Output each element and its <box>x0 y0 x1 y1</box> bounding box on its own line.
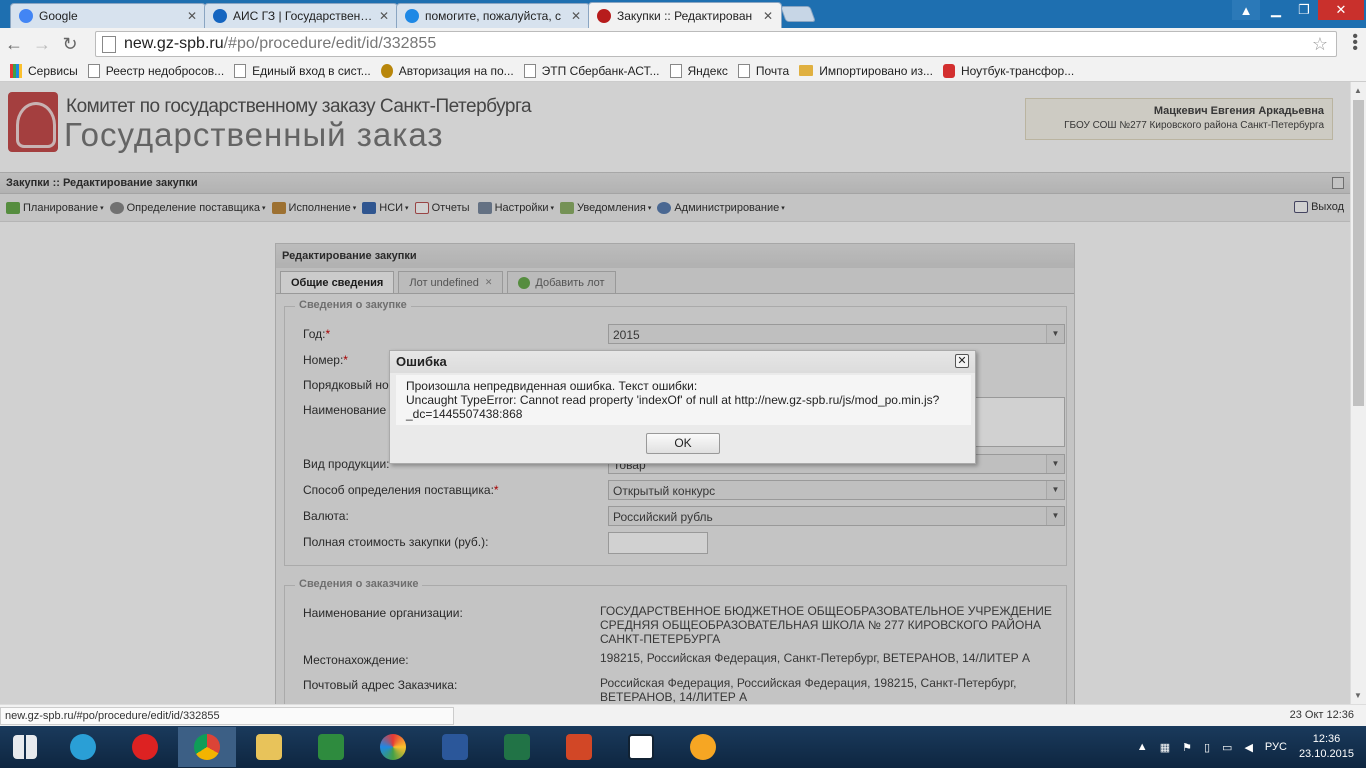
new-tab-button[interactable] <box>780 6 816 22</box>
bookmark-item[interactable]: Реестр недобросов... <box>87 63 224 78</box>
close-tab-icon[interactable]: ✕ <box>187 9 197 23</box>
taskbar-opera[interactable] <box>116 727 174 767</box>
address-bar[interactable]: new.gz-spb.ru/#po/procedure/edit/id/3328… <box>95 31 1337 57</box>
scroll-down-icon[interactable]: ▼ <box>1354 691 1362 700</box>
minimize-button[interactable]: ▁ <box>1262 0 1290 20</box>
emblem-icon <box>380 63 393 78</box>
page-icon <box>737 63 750 78</box>
apps-grid-icon <box>10 63 22 78</box>
taskbar-app[interactable] <box>674 727 732 767</box>
taskbar-picasa[interactable] <box>364 727 422 767</box>
dialog-title: Ошибка <box>390 351 975 373</box>
powerpoint-icon <box>566 734 592 760</box>
bookmarks-bar: Сервисы Реестр недобросов... Единый вход… <box>0 60 1366 82</box>
windows-logo-icon <box>13 735 37 759</box>
page-icon <box>234 63 247 78</box>
restore-button[interactable]: ❐ <box>1290 0 1318 20</box>
word-icon <box>442 734 468 760</box>
help-site-icon <box>405 9 419 23</box>
ok-button[interactable]: OK <box>646 433 720 454</box>
orange-app-icon <box>690 734 716 760</box>
browser-tab-ais[interactable]: АИС ГЗ | Государственны ✕ <box>204 3 398 28</box>
windows-taskbar: ▲ ▦ ⚑ ▯ ▭ ◀ РУС 12:36 23.10.2015 <box>0 726 1366 768</box>
opera-icon <box>132 734 158 760</box>
bookmark-star-icon[interactable]: ☆ <box>1312 34 1328 55</box>
close-tab-icon[interactable]: ✕ <box>571 9 581 23</box>
browser-toolbar: ← → ↻ new.gz-spb.ru/#po/procedure/edit/i… <box>0 28 1366 60</box>
folder-icon <box>799 65 814 76</box>
pm-app-icon <box>628 734 654 760</box>
ais-icon <box>213 9 227 23</box>
taskbar-excel[interactable] <box>488 727 546 767</box>
language-indicator[interactable]: РУС <box>1265 741 1287 753</box>
flag-icon[interactable]: ⚑ <box>1182 741 1192 754</box>
dialog-message: Произошла непредвиденная ошибка. Текст о… <box>396 375 971 425</box>
file-explorer-icon <box>256 734 282 760</box>
scroll-up-icon[interactable]: ▲ <box>1354 86 1362 95</box>
picasa-icon <box>380 734 406 760</box>
browser-tab-google[interactable]: Google ✕ <box>10 3 206 28</box>
taskbar-explorer[interactable] <box>240 727 298 767</box>
network-icon[interactable]: ▦ <box>1160 741 1170 754</box>
bookmark-item[interactable]: Яндекс <box>669 63 728 78</box>
browser-tab-strip: Google ✕ АИС ГЗ | Государственны ✕ помог… <box>0 0 1366 28</box>
scroll-thumb[interactable] <box>1353 100 1364 406</box>
close-tab-icon[interactable]: ✕ <box>763 9 773 23</box>
bookmark-item[interactable]: Единый вход в сист... <box>234 63 371 78</box>
excel-icon <box>504 734 530 760</box>
tray-arrow-icon[interactable]: ▲ <box>1137 741 1148 753</box>
bookmark-item[interactable]: Почта <box>737 63 789 78</box>
back-icon[interactable]: ← <box>0 34 28 55</box>
taskbar-chrome[interactable] <box>178 727 236 767</box>
bookmark-item[interactable]: Авторизация на по... <box>380 63 514 78</box>
browser-tab-help[interactable]: помогите, пожалуйста, с ✕ <box>396 3 590 28</box>
error-dialog: Ошибка ✕ Произошла непредвиденная ошибка… <box>389 350 976 464</box>
hammer-icon <box>597 8 611 23</box>
io-icon <box>942 63 955 78</box>
page-scrollbar[interactable]: ▲ ▼ <box>1350 82 1366 704</box>
clock[interactable]: 12:36 23.10.2015 <box>1299 732 1354 762</box>
page-icon <box>87 63 100 78</box>
reload-icon[interactable]: ↻ <box>56 34 84 55</box>
internet-explorer-icon <box>70 734 96 760</box>
system-tray: ▲ ▦ ⚑ ▯ ▭ ◀ РУС 12:36 23.10.2015 <box>1137 726 1354 768</box>
status-url: new.gz-spb.ru/#po/procedure/edit/id/3328… <box>0 707 454 725</box>
taskbar-powerpoint[interactable] <box>550 727 608 767</box>
web-page: Комитет по государственному заказу Санкт… <box>0 82 1350 704</box>
bookmark-item[interactable]: ЭТП Сбербанк-АСТ... <box>523 63 660 78</box>
bookmark-item[interactable]: Ноутбук-трансфор... <box>942 63 1074 78</box>
close-icon[interactable]: ✕ <box>955 354 969 368</box>
taskbar-word[interactable] <box>426 727 484 767</box>
page-icon <box>102 35 116 53</box>
taskbar-ie[interactable] <box>54 727 112 767</box>
close-tab-icon[interactable]: ✕ <box>379 9 389 23</box>
volume-icon[interactable]: ◀ <box>1244 741 1252 754</box>
status-bar: new.gz-spb.ru/#po/procedure/edit/id/3328… <box>0 704 1366 726</box>
store-icon <box>318 734 344 760</box>
bookmark-folder[interactable]: Импортировано из... <box>799 64 933 78</box>
browser-tab-zakupki[interactable]: Закупки :: Редактирован ✕ <box>588 2 782 28</box>
taskbar-store[interactable] <box>302 727 360 767</box>
battery-icon[interactable]: ▯ <box>1204 741 1210 754</box>
status-datetime: 23 Окт 12:36 <box>1289 709 1354 721</box>
google-icon <box>19 9 33 23</box>
chrome-icon <box>194 734 220 760</box>
user-icon[interactable]: ▲ <box>1232 0 1260 20</box>
bookmark-services[interactable]: Сервисы <box>10 63 78 78</box>
forward-icon[interactable]: → <box>28 34 56 55</box>
display-icon[interactable]: ▭ <box>1222 741 1232 754</box>
start-button[interactable] <box>0 727 50 767</box>
chrome-menu-icon[interactable]: • • • <box>1352 29 1358 57</box>
close-window-button[interactable]: ✕ <box>1318 0 1364 20</box>
page-icon <box>669 63 682 78</box>
taskbar-pm[interactable] <box>612 727 670 767</box>
page-icon <box>523 63 536 78</box>
